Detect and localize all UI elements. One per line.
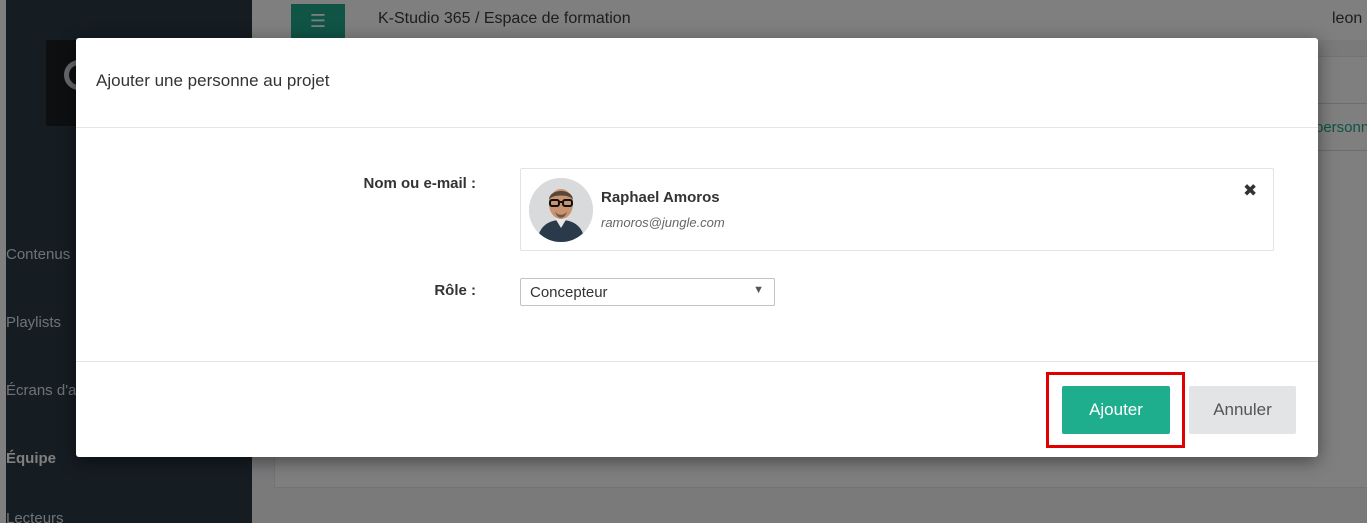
role-select[interactable]: Concepteur ▼ — [520, 278, 775, 306]
modal-header: Ajouter une personne au projet — [76, 38, 1318, 128]
avatar-portrait-icon — [529, 178, 593, 242]
role-selected-value: Concepteur — [530, 284, 608, 301]
person-email: ramoros@jungle.com — [601, 215, 725, 230]
name-email-label: Nom ou e-mail : — [363, 175, 476, 192]
avatar — [529, 178, 593, 242]
add-button[interactable]: Ajouter — [1062, 386, 1170, 434]
add-person-modal: Ajouter une personne au projet Nom ou e-… — [76, 38, 1318, 457]
remove-person-icon[interactable]: ✖ — [1243, 181, 1257, 201]
modal-title: Ajouter une personne au projet — [96, 71, 330, 90]
person-name: Raphael Amoros — [601, 189, 720, 206]
dropdown-arrow-icon: ▼ — [753, 284, 764, 296]
role-label: Rôle : — [434, 282, 476, 299]
cancel-button[interactable]: Annuler — [1189, 386, 1296, 434]
person-selection-field[interactable]: Raphael Amoros ramoros@jungle.com ✖ — [520, 168, 1274, 251]
